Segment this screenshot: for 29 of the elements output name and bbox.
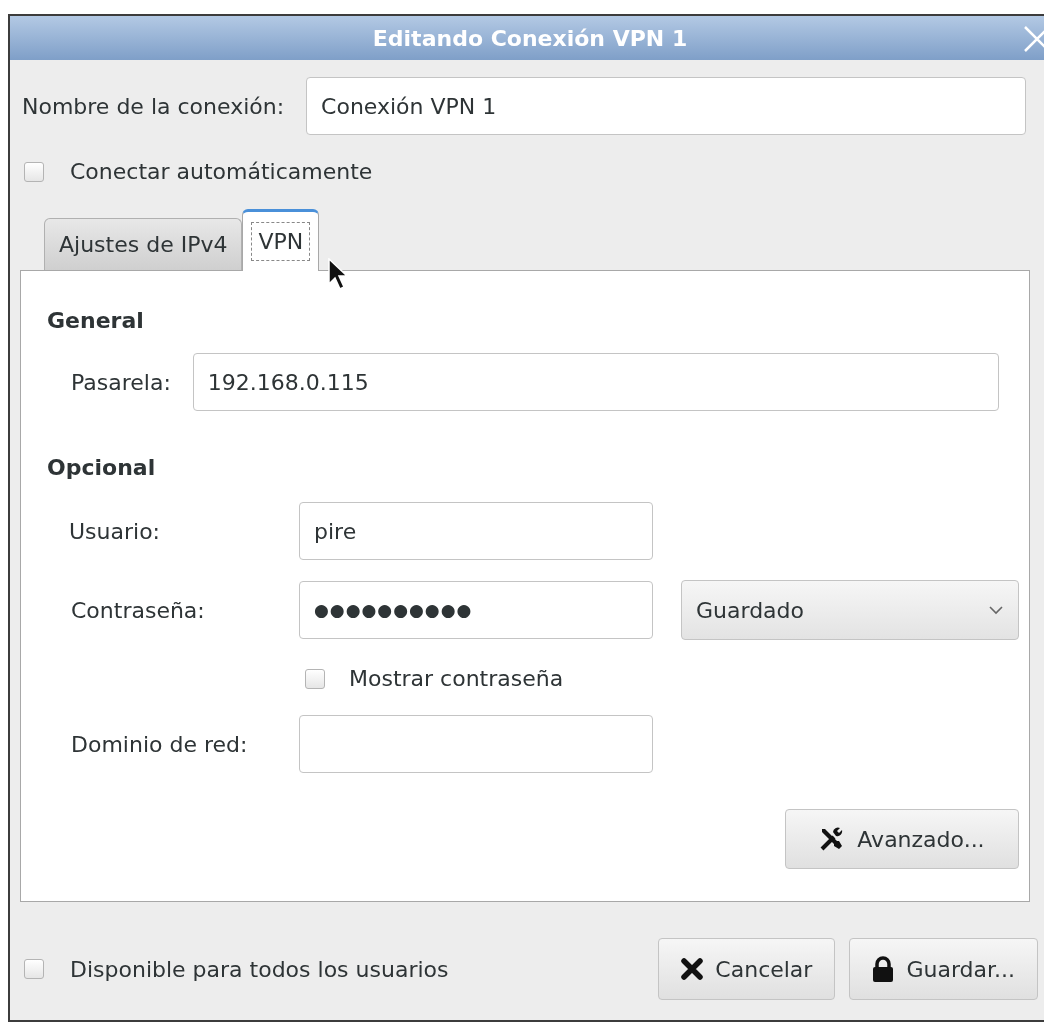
input-field[interactable] xyxy=(299,715,653,773)
chevron-down-icon xyxy=(988,605,1004,615)
section-heading: General xyxy=(47,307,145,335)
save-button[interactable]: Guardar... xyxy=(849,938,1038,1000)
field-label: Mostrar contraseña xyxy=(349,665,564,693)
field-label: Usuario: xyxy=(69,517,162,546)
tab[interactable]: VPN xyxy=(242,209,320,271)
close-icon xyxy=(681,958,704,980)
field-label: Nombre de la conexión: xyxy=(22,92,285,121)
checkbox[interactable] xyxy=(24,161,44,182)
input-field[interactable]: 192.168.0.115 xyxy=(192,353,999,411)
advanced-button[interactable]: Avanzado... xyxy=(785,809,1019,869)
field-label: Contraseña: xyxy=(71,596,206,625)
input-field[interactable]: ●●●●●●●●●● xyxy=(299,581,653,639)
dropdown[interactable]: Guardado xyxy=(681,580,1019,640)
checkbox[interactable] xyxy=(305,668,325,689)
input-field[interactable]: pire xyxy=(299,502,653,560)
tab[interactable]: Ajustes de IPv4 xyxy=(44,218,243,270)
checkbox[interactable] xyxy=(24,959,44,979)
section-heading: Opcional xyxy=(47,454,157,482)
field-label: Dominio de red: xyxy=(71,730,249,759)
field-label: Conectar automáticamente xyxy=(70,158,373,186)
close-icon[interactable] xyxy=(1022,24,1044,54)
field-label: Disponible para todos los usuarios xyxy=(70,955,449,984)
field-label: Pasarela: xyxy=(71,368,171,397)
cancel-button[interactable]: Cancelar xyxy=(658,938,836,1000)
input-field[interactable]: Conexión VPN 1 xyxy=(306,77,1027,135)
padlock-icon xyxy=(872,956,895,982)
window-title: Editando Conexión VPN 1 xyxy=(372,24,688,53)
